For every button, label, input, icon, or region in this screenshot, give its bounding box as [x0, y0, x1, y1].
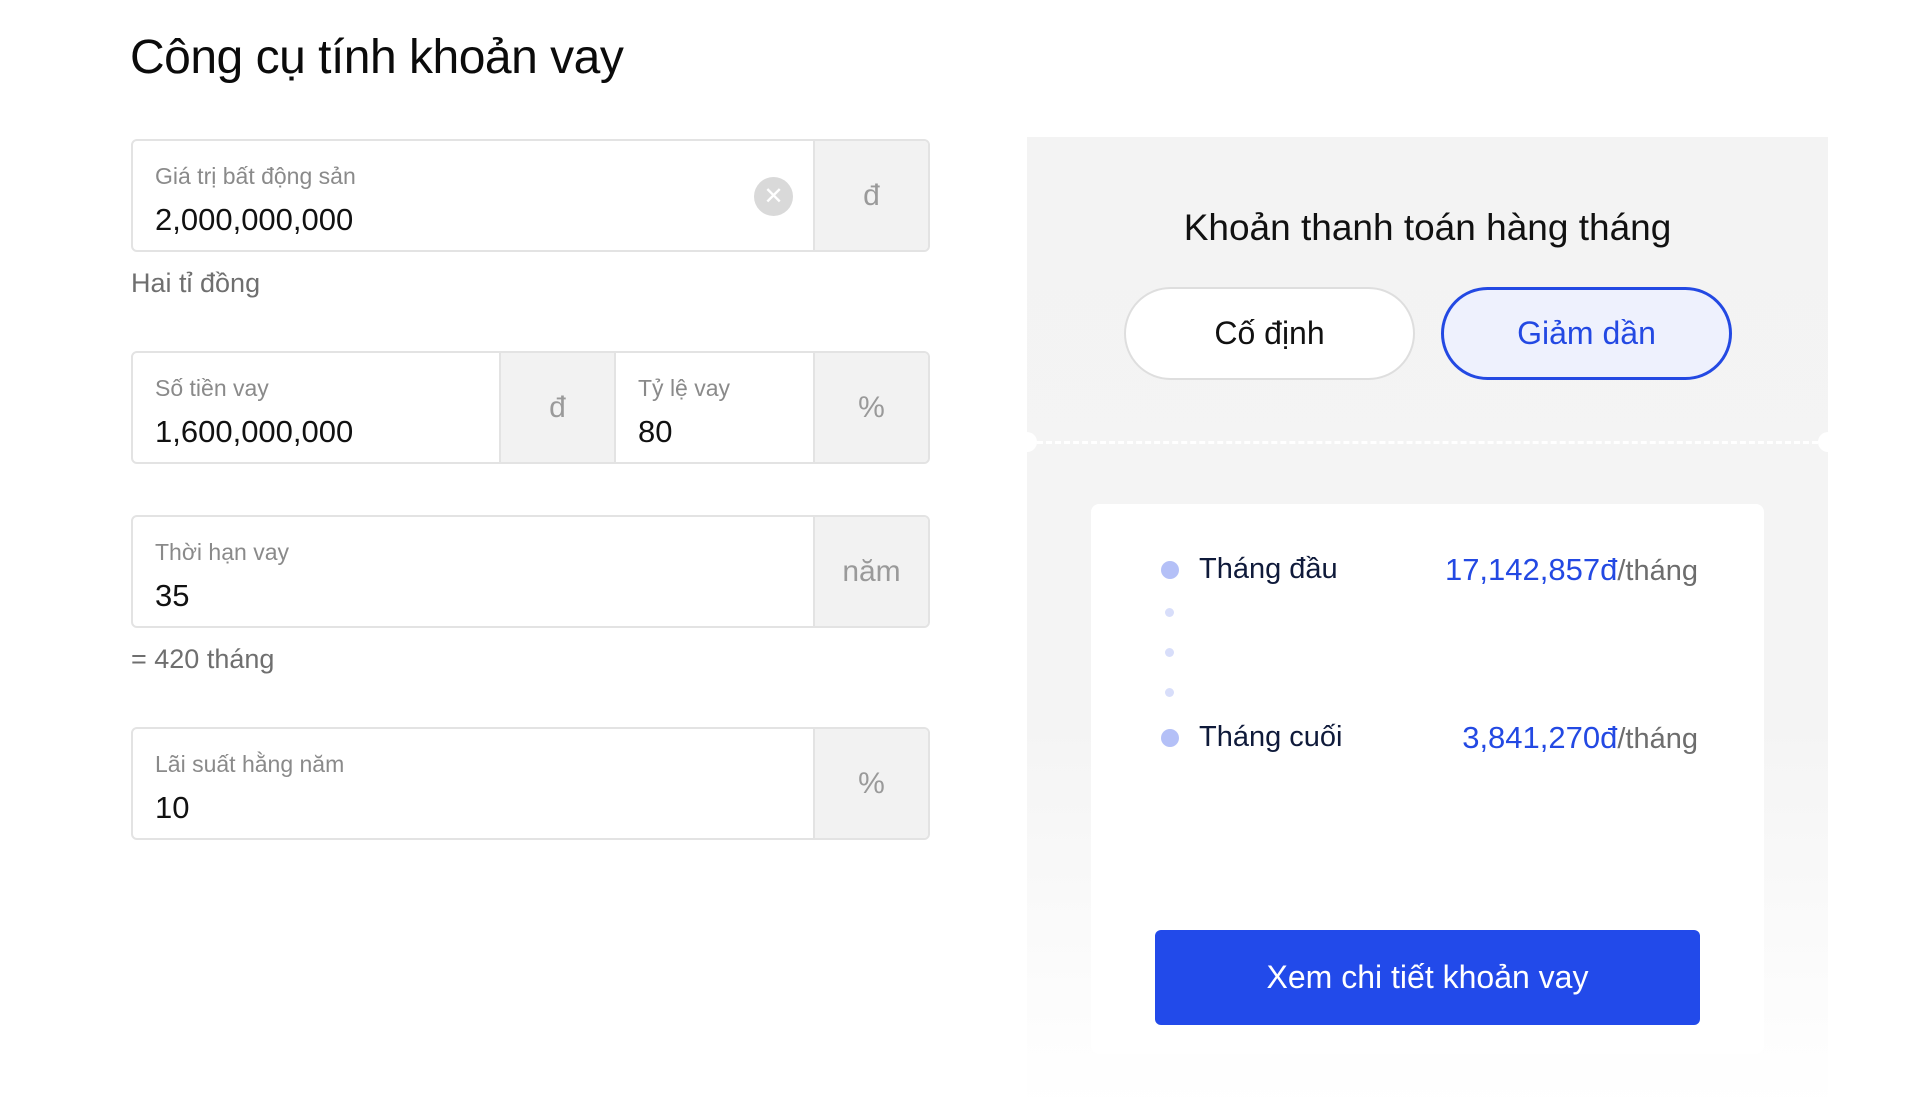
- loan-ratio-main: Tỷ lệ vay: [616, 353, 813, 462]
- last-month-unit: /tháng: [1617, 723, 1698, 755]
- result-panel: Khoản thanh toán hàng tháng Cố định Giảm…: [1017, 137, 1838, 1108]
- interest-rate-main: Lãi suất hằng năm: [133, 729, 813, 838]
- loan-term-input[interactable]: [155, 577, 699, 615]
- property-value-helper: Hai tỉ đồng: [131, 268, 261, 298]
- percent-suffix: %: [813, 729, 928, 838]
- property-value-input[interactable]: [155, 201, 699, 239]
- currency-suffix: đ: [499, 353, 616, 462]
- currency-suffix: đ: [813, 141, 928, 250]
- first-month-unit: /tháng: [1617, 555, 1698, 587]
- timeline-dot-icon: [1165, 648, 1174, 657]
- interest-rate-input[interactable]: [155, 789, 699, 827]
- loan-term-main: Thời hạn vay: [133, 517, 813, 626]
- property-value-label: Giá trị bất động sản: [155, 163, 356, 189]
- first-month-amount: 17,142,857đ: [1444, 552, 1618, 587]
- result-title: Khoản thanh toán hàng tháng: [1183, 207, 1672, 248]
- clear-icon[interactable]: ✕: [754, 177, 793, 216]
- loan-term-helper: = 420 tháng: [131, 644, 275, 674]
- loan-amount-input[interactable]: [155, 413, 448, 451]
- dashed-divider: [1037, 441, 1818, 444]
- last-month-label: Tháng cuối: [1199, 721, 1343, 753]
- loan-amount-ratio-field: Số tiền vay đ Tỷ lệ vay %: [131, 351, 930, 464]
- last-month-amount: 3,841,270đ: [1462, 720, 1618, 755]
- percent-suffix: %: [813, 353, 928, 462]
- loan-term-field: Thời hạn vay năm: [131, 515, 930, 628]
- timeline-dot-icon: [1161, 729, 1179, 747]
- interest-rate-field: Lãi suất hằng năm %: [131, 727, 930, 840]
- year-suffix: năm: [813, 517, 928, 626]
- timeline-dot-icon: [1165, 688, 1174, 697]
- property-value-main: Giá trị bất động sản ✕: [133, 141, 813, 250]
- timeline-dot-icon: [1161, 561, 1179, 579]
- loan-ratio-input[interactable]: [638, 413, 796, 451]
- ticket-notch-left: [1017, 432, 1037, 452]
- mode-decreasing-button[interactable]: Giảm dần: [1441, 287, 1732, 380]
- payment-summary-card: Tháng đầu 17,142,857đ/tháng Tháng cuối 3…: [1091, 504, 1764, 1054]
- view-loan-details-button[interactable]: Xem chi tiết khoản vay: [1155, 930, 1700, 1025]
- timeline-dot-icon: [1165, 608, 1174, 617]
- first-month-payment: 17,142,857đ/tháng: [1445, 551, 1698, 590]
- interest-rate-label: Lãi suất hằng năm: [155, 751, 345, 777]
- property-value-field: Giá trị bất động sản ✕ đ: [131, 139, 930, 252]
- loan-term-label: Thời hạn vay: [155, 539, 289, 565]
- loan-ratio-label: Tỷ lệ vay: [638, 375, 731, 401]
- ticket-notch-right: [1818, 432, 1838, 452]
- page-title: Công cụ tính khoản vay: [130, 31, 624, 84]
- first-month-label: Tháng đầu: [1199, 553, 1338, 585]
- loan-amount-label: Số tiền vay: [155, 375, 269, 401]
- mode-fixed-button[interactable]: Cố định: [1124, 287, 1415, 380]
- last-month-payment: 3,841,270đ/tháng: [1462, 719, 1698, 758]
- loan-amount-main: Số tiền vay: [133, 353, 499, 462]
